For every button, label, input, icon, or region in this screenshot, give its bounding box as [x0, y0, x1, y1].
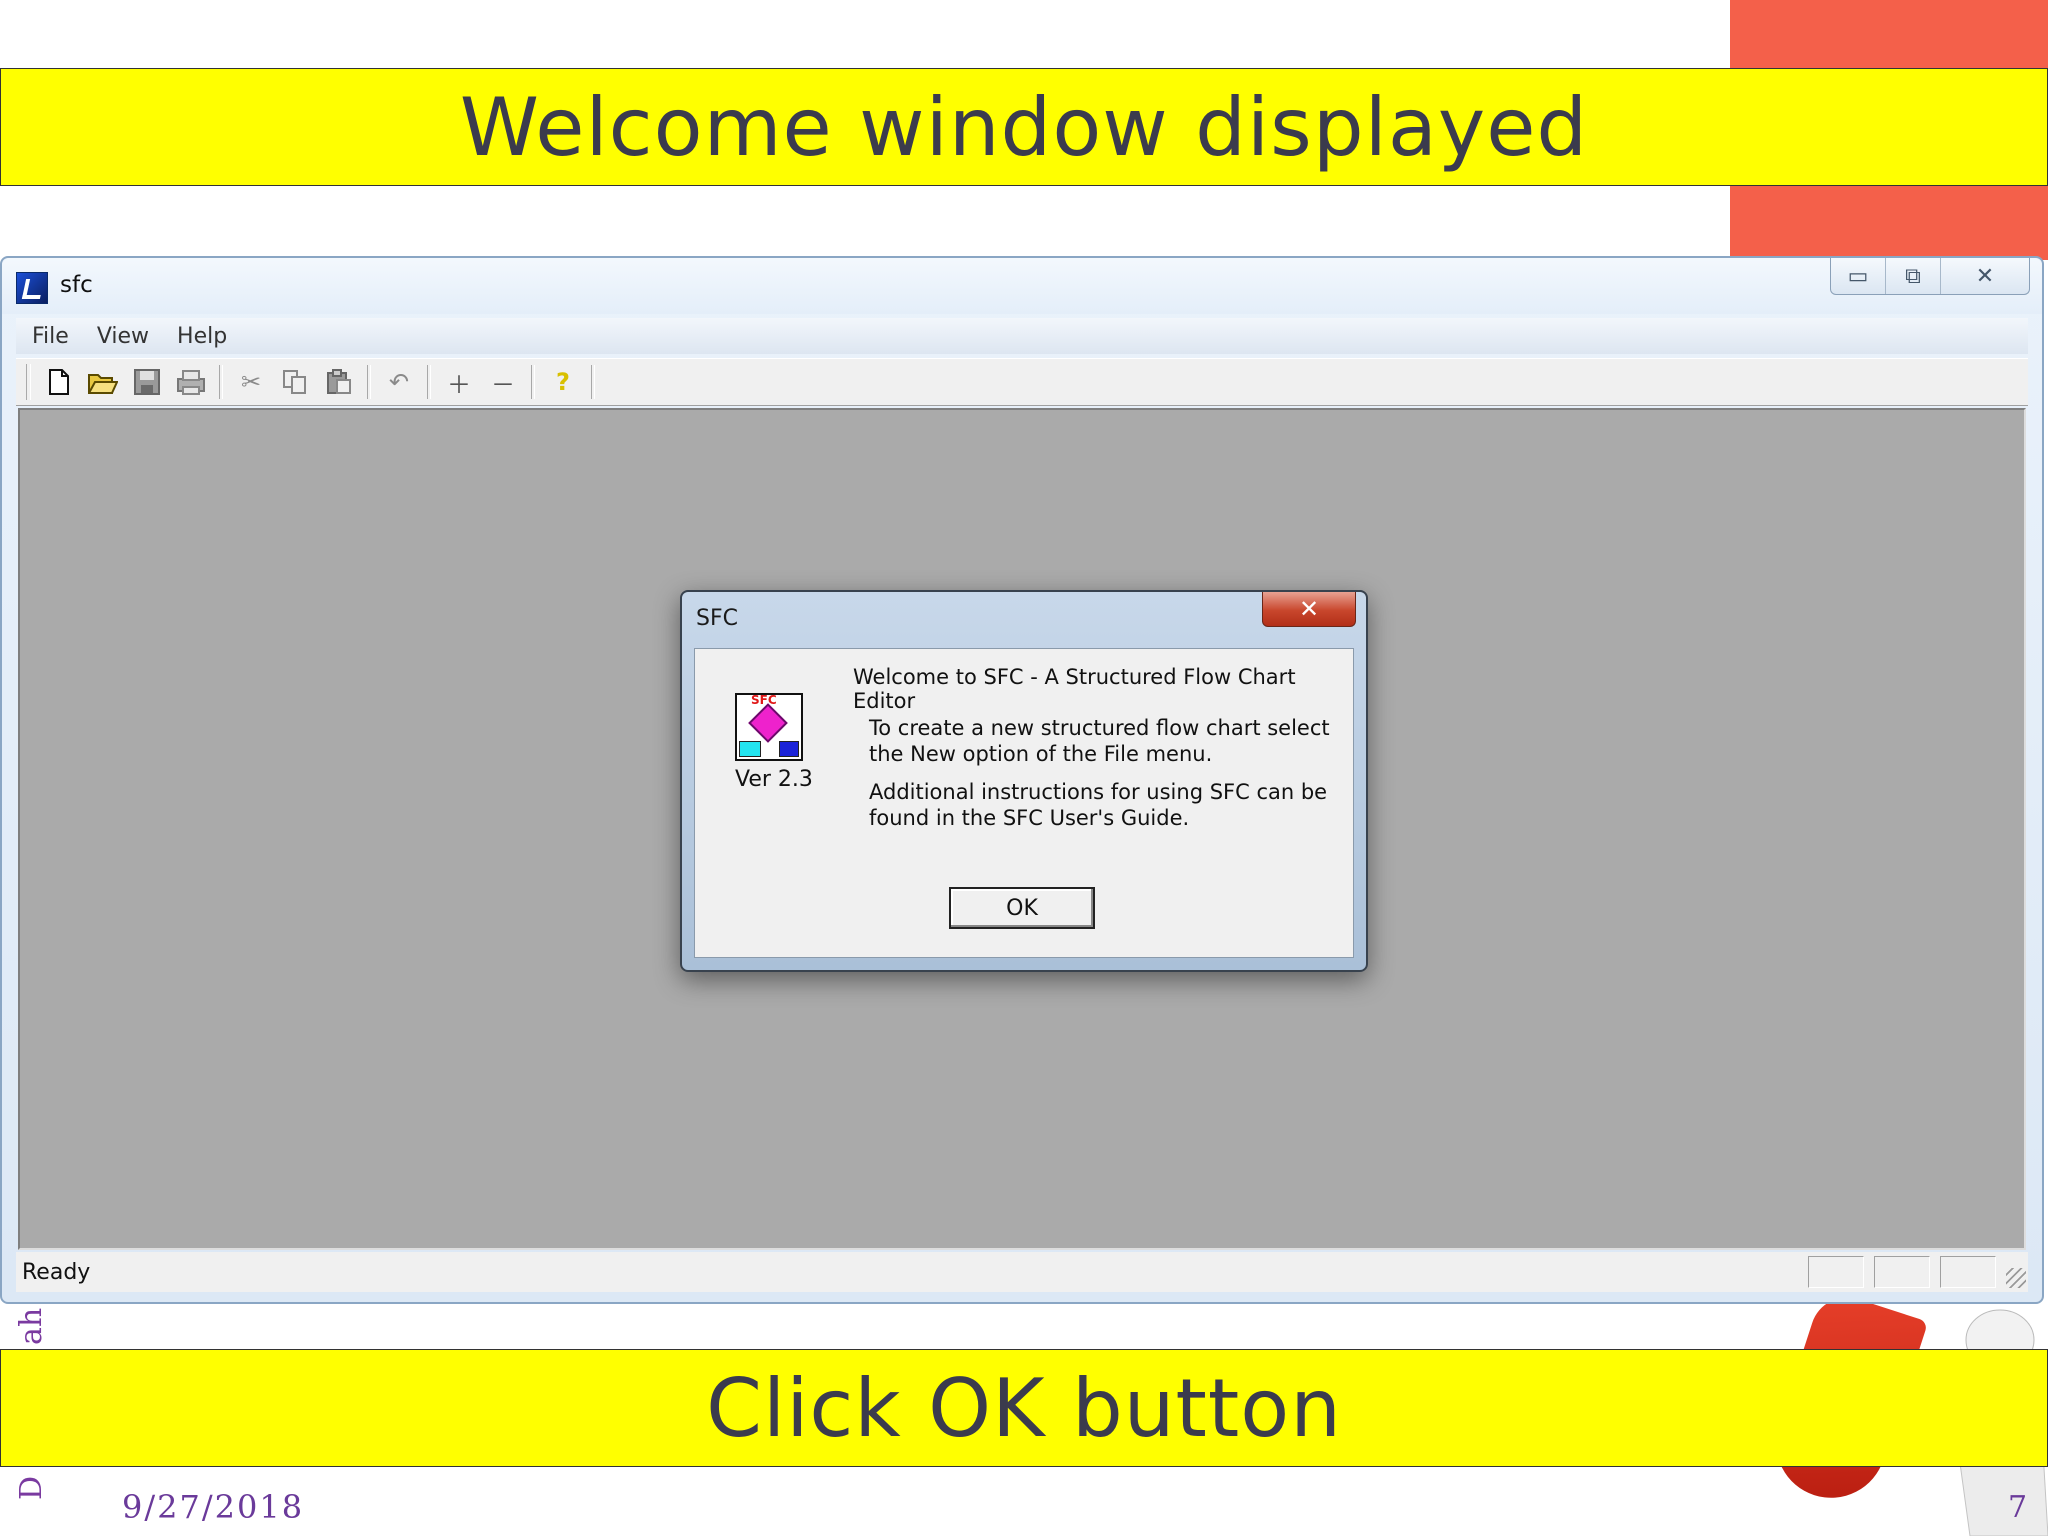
close-button[interactable]: ✕ [1941, 258, 2029, 294]
zoom-out-icon[interactable]: － [481, 362, 525, 402]
cut-icon[interactable]: ✂ [229, 362, 273, 402]
new-icon[interactable] [37, 362, 81, 402]
toolbar-grip[interactable] [26, 364, 31, 400]
zoom-in-icon[interactable]: ＋ [437, 362, 481, 402]
open-icon[interactable] [81, 362, 125, 402]
app-icon [16, 272, 48, 304]
status-pane [1940, 1256, 1996, 1288]
dialog-close-button[interactable]: ✕ [1262, 592, 1356, 627]
resize-grip[interactable] [2006, 1268, 2026, 1288]
logo-text: SFC [751, 693, 777, 707]
paste-icon[interactable] [317, 362, 361, 402]
ok-button[interactable]: OK [949, 887, 1095, 929]
title-bar[interactable]: sfc ▭ ⧉ ✕ [2, 258, 2042, 314]
slide-date: 9/27/2018 [122, 1488, 305, 1526]
toolbar-separator [427, 365, 431, 399]
menu-help[interactable]: Help [177, 324, 227, 349]
caption-buttons: ▭ ⧉ ✕ [1830, 258, 2030, 295]
status-pane [1874, 1256, 1930, 1288]
dialog-guide-note: Additional instructions for using SFC ca… [869, 780, 1328, 830]
menu-file[interactable]: File [32, 324, 69, 349]
logo-diamond [748, 703, 788, 743]
logo-block [739, 741, 761, 757]
dialog-title: SFC [696, 606, 738, 631]
slide-page-number: 7 [2008, 1490, 2028, 1525]
help-icon[interactable]: ? [541, 362, 585, 402]
side-text-fragment: D [14, 1475, 49, 1500]
status-pane [1808, 1256, 1864, 1288]
dialog-heading: Welcome to SFC - A Structured Flow Chart… [853, 665, 1296, 713]
logo-block [779, 741, 799, 757]
toolbar: ✂ ↶ ＋ － ? [16, 358, 2028, 406]
bottom-banner: Click OK button [0, 1349, 2048, 1467]
status-text: Ready [22, 1259, 91, 1285]
window-title: sfc [60, 272, 93, 298]
status-bar: Ready [16, 1252, 2028, 1292]
menu-bar: File View Help [16, 318, 2028, 354]
save-icon[interactable] [125, 362, 169, 402]
toolbar-separator [367, 365, 371, 399]
dialog-body: SFC Ver 2.3 Welcome to SFC - A Structure… [694, 648, 1354, 958]
version-label: Ver 2.3 [735, 767, 813, 792]
sfc-logo-icon: SFC [735, 693, 803, 761]
print-icon[interactable] [169, 362, 213, 402]
dialog-instructions: To create a new structured flow chart se… [869, 716, 1330, 766]
toolbar-separator [531, 365, 535, 399]
undo-icon[interactable]: ↶ [377, 362, 421, 402]
top-banner: Welcome window displayed [0, 68, 2048, 186]
welcome-dialog: SFC ✕ SFC Ver 2.3 Welcome to SFC - A Str… [680, 590, 1368, 972]
copy-icon[interactable] [273, 362, 317, 402]
minimize-button[interactable]: ▭ [1831, 258, 1886, 294]
toolbar-separator [219, 365, 223, 399]
side-text-fragment: ah [14, 1307, 49, 1345]
toolbar-separator [591, 365, 595, 399]
menu-view[interactable]: View [97, 324, 149, 349]
restore-button[interactable]: ⧉ [1886, 258, 1941, 294]
